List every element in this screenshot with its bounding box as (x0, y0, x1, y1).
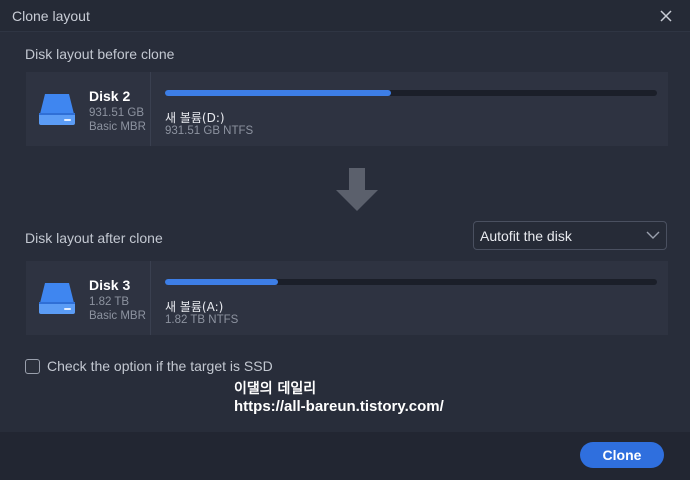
source-partition-name: 새 볼륨(D:) (165, 111, 225, 125)
close-icon (660, 10, 672, 22)
watermark-title: 이댈의 데일리 (234, 381, 317, 397)
layout-option-dropdown[interactable]: Autofit the disk (473, 221, 667, 250)
ssd-checkbox-label[interactable]: Check the option if the target is SSD (47, 358, 273, 374)
source-disk-name: Disk 2 (89, 88, 131, 104)
disk-icon (39, 94, 75, 125)
chevron-down-icon (646, 231, 660, 239)
panel-divider (150, 261, 151, 335)
arrow-down-icon (336, 168, 378, 211)
target-partition-name: 새 볼륨(A:) (165, 300, 224, 314)
layout-option-value: Autofit the disk (480, 228, 572, 244)
source-partition-info: 931.51 GB NTFS (165, 125, 254, 137)
watermark-url: https://all-bareun.tistory.com/ (234, 398, 444, 415)
target-disk-panel: Disk 3 1.82 TB Basic MBR 새 볼륨(A:) 1.82 T… (26, 261, 668, 335)
target-disk-size: 1.82 TB (89, 296, 130, 308)
target-disk-name: Disk 3 (89, 277, 131, 293)
target-disk-type: Basic MBR (89, 310, 146, 322)
panel-divider (150, 72, 151, 146)
source-disk-type: Basic MBR (89, 121, 146, 133)
source-partition-bar-fill (165, 90, 392, 96)
disk-icon (39, 283, 75, 314)
source-disk-panel: Disk 2 931.51 GB Basic MBR 새 볼륨(D:) 931.… (26, 72, 668, 146)
target-partition-bar[interactable] (165, 279, 657, 285)
clone-button[interactable]: Clone (580, 442, 664, 468)
after-section-label: Disk layout after clone (25, 230, 163, 246)
target-partition-bar-fill (165, 279, 279, 285)
clone-layout-dialog: Clone layout Disk layout before clone Di… (0, 0, 690, 480)
dialog-title: Clone layout (12, 8, 90, 24)
close-button[interactable] (654, 4, 678, 28)
title-bar: Clone layout (0, 0, 690, 31)
before-section-label: Disk layout before clone (25, 46, 175, 62)
source-disk-size: 931.51 GB (89, 107, 144, 119)
source-partition-bar (165, 90, 657, 96)
target-partition-info: 1.82 TB NTFS (165, 314, 239, 326)
ssd-checkbox[interactable] (25, 359, 40, 374)
